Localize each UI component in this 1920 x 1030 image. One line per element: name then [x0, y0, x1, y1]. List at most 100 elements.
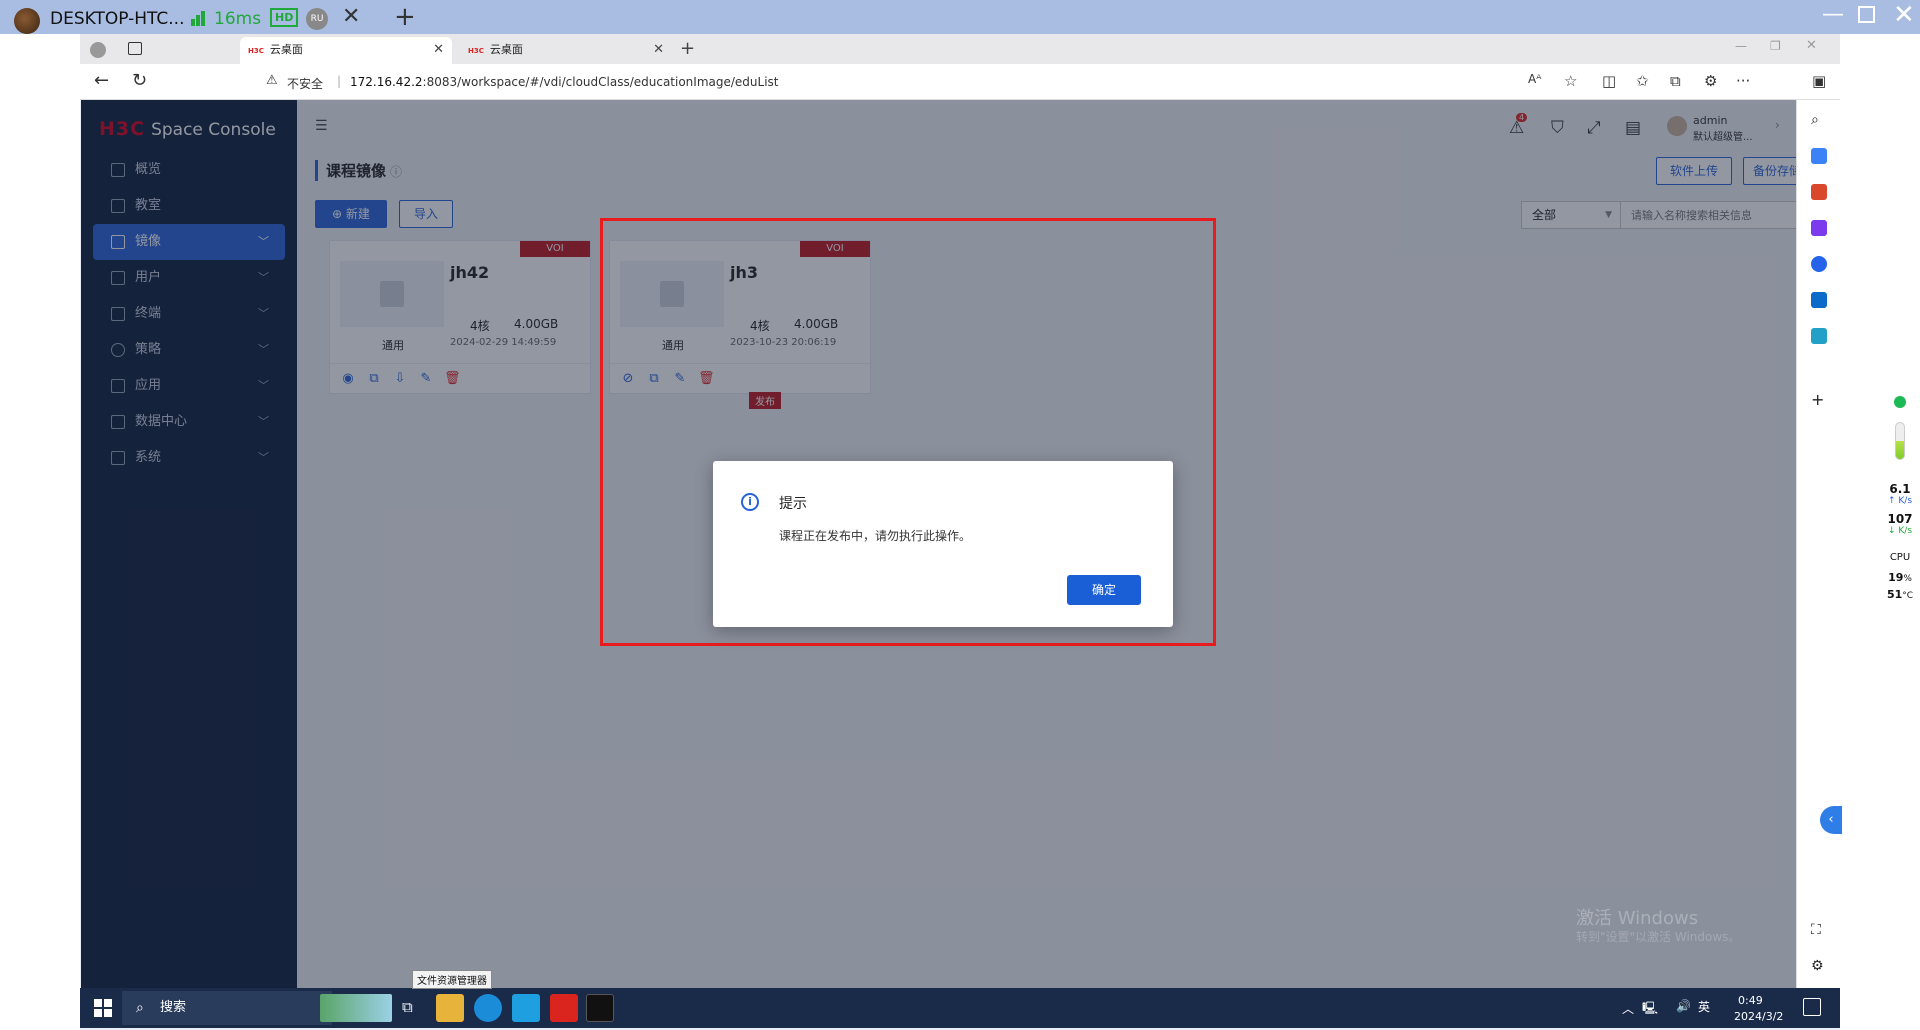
browser-tab-active[interactable]: H3C 云桌面 ✕ [240, 37, 452, 64]
tab-label: 云桌面 [489, 43, 523, 56]
taskbar-search-label: 搜索 [160, 1000, 187, 1015]
activation-watermark: 激活 Windows [1576, 908, 1699, 929]
favorites-icon[interactable]: ✩ [1636, 72, 1649, 90]
search-icon[interactable]: ⌕ [1811, 112, 1827, 128]
browser-side-panel: ⌕ + ⛶ ⚙ [1796, 100, 1840, 988]
minimize-icon[interactable]: — [1822, 2, 1844, 27]
profile-icon[interactable] [90, 42, 106, 58]
upload-speed: 6.1 [1889, 482, 1911, 496]
clock-time[interactable]: 0:49 [1738, 994, 1763, 1007]
signal-icon [191, 11, 209, 27]
download-unit: ↓ K/s [1887, 526, 1913, 536]
memory-bar [1895, 422, 1905, 460]
cpu-temp: 51°C [1882, 588, 1918, 601]
tag-icon[interactable] [1811, 148, 1827, 164]
h3c-favicon-icon: H3C [468, 47, 484, 55]
new-session-icon[interactable]: + [394, 2, 416, 32]
tab-close-icon[interactable]: ✕ [653, 37, 664, 62]
file-explorer-icon[interactable] [436, 994, 464, 1022]
language-badge[interactable]: RU [306, 8, 328, 30]
browser-restore-icon[interactable]: ❐ [1770, 39, 1781, 53]
clock-date[interactable]: 2024/3/2 [1734, 1010, 1783, 1023]
ping-value: 16ms [214, 9, 262, 29]
upload-unit: ↑ K/s [1887, 496, 1913, 506]
toolbox-icon[interactable] [1811, 184, 1827, 200]
dialog-title: 提示 [779, 496, 807, 512]
dialog-message: 课程正在发布中，请勿执行此操作。 [779, 529, 972, 543]
tray-volume-icon[interactable]: 🔊 [1676, 999, 1691, 1013]
h3c-favicon-icon: H3C [248, 47, 264, 55]
download-unit-label: K/s [1898, 526, 1913, 536]
notification-icon[interactable] [1803, 998, 1821, 1016]
url-path: :8083/workspace/#/vdi/cloudClass/educati… [422, 75, 779, 89]
wps-office-icon[interactable] [550, 994, 578, 1022]
browser-tab-strip: H3C 云桌面 ✕ H3C 云桌面 ✕ + — ❐ ✕ [80, 34, 1840, 64]
cpu-usage: 19% [1882, 571, 1918, 584]
ok-button[interactable]: 确定 [1067, 575, 1141, 605]
cpu-percent: 19 [1888, 571, 1904, 584]
tray-chevron-up-icon[interactable]: ︿ [1622, 1000, 1634, 1017]
close-session-icon[interactable]: ✕ [342, 4, 360, 29]
search-highlight-image [320, 994, 392, 1022]
url-host: 172.16.42.2 [350, 75, 423, 89]
tab-actions-icon[interactable] [128, 42, 142, 55]
settings-icon[interactable]: ⚙ [1811, 958, 1827, 974]
remote-host-title[interactable]: DESKTOP-HTC... [50, 9, 184, 29]
browser-min-icon[interactable]: — [1735, 39, 1747, 53]
new-tab-icon[interactable]: + [680, 38, 695, 59]
address-bar: ← ↻ ⚠ 不安全 | 172.16.42.2:8083/workspace/#… [80, 64, 1840, 100]
refresh-icon[interactable]: ↻ [132, 70, 147, 91]
browser-close-icon[interactable]: ✕ [1806, 38, 1817, 53]
read-aloud-icon[interactable]: Aᴬ [1528, 72, 1541, 86]
status-dot-icon [1894, 396, 1906, 408]
terminal-icon[interactable] [586, 994, 614, 1022]
drop-icon[interactable] [1811, 328, 1827, 344]
tray-ime[interactable]: 英 [1698, 998, 1710, 1015]
activation-watermark-sub: 转到"设置"以激活 Windows。 [1576, 930, 1741, 944]
screenshot-icon[interactable]: ⛶ [1811, 922, 1827, 938]
url-input[interactable]: 172.16.42.2:8083/workspace/#/vdi/cloudCl… [350, 75, 779, 89]
remote-desktop-bar: DESKTOP-HTC... 16ms HD RU ✕ + — ✕ [0, 0, 1920, 34]
taskbar-search[interactable]: ⌕ 搜索 [122, 991, 332, 1025]
edge-browser-icon[interactable] [474, 994, 502, 1022]
close-window-icon[interactable]: ✕ [1893, 0, 1915, 30]
add-icon[interactable]: + [1811, 390, 1827, 409]
frame-left [0, 34, 80, 1030]
windows-start-icon[interactable] [94, 999, 112, 1017]
windows-taskbar: ⌕ 搜索 文件资源管理器 ⧉ ︿ 🖳 🔊 英 0:49 2024/3/2 [80, 970, 1840, 1028]
remote-host-avatar [14, 8, 40, 34]
back-icon[interactable]: ← [94, 70, 109, 91]
tray-network-icon[interactable]: 🖳 [1642, 999, 1658, 1020]
url-divider: | [337, 74, 342, 88]
hd-badge[interactable]: HD [270, 8, 299, 27]
tab-close-icon[interactable]: ✕ [433, 37, 444, 62]
remote-app-icon[interactable] [512, 994, 540, 1022]
warning-icon[interactable]: ⚠ [266, 73, 278, 88]
confirm-dialog: i 提示 课程正在发布中，请勿执行此操作。 确定 [713, 461, 1173, 627]
favorite-star-icon[interactable]: ☆ [1564, 72, 1577, 90]
outlook-icon[interactable] [1811, 292, 1827, 308]
cpu-temp-value: 51 [1886, 588, 1903, 601]
cpu-percent-unit: % [1903, 574, 1912, 584]
task-view-icon[interactable]: ⧉ [402, 998, 413, 1016]
network-monitor-widget[interactable]: 6.1 ↑ K/s 107 ↓ K/s CPU 19% 51°C [1882, 396, 1918, 601]
search-icon: ⌕ [136, 1000, 144, 1016]
split-screen-icon[interactable]: ◫ [1602, 72, 1616, 90]
taskbar-tooltip: 文件资源管理器 [412, 970, 492, 989]
sidebar-toggle-icon[interactable]: ▣ [1812, 72, 1826, 90]
maximize-icon[interactable] [1858, 6, 1875, 23]
upload-unit-label: K/s [1898, 496, 1913, 506]
security-label[interactable]: 不安全 [287, 75, 323, 92]
cpu-label: CPU [1889, 552, 1911, 563]
tab-label: 云桌面 [269, 43, 303, 56]
copilot-icon[interactable] [1811, 256, 1827, 272]
collections-icon[interactable]: ⧉ [1670, 72, 1681, 90]
games-icon[interactable] [1811, 220, 1827, 236]
browser-tab[interactable]: H3C 云桌面 ✕ [460, 37, 672, 64]
extensions-icon[interactable]: ⚙ [1704, 72, 1717, 90]
cpu-temp-unit: °C [1902, 591, 1914, 601]
more-icon[interactable]: ··· [1736, 72, 1750, 90]
info-icon: i [741, 493, 759, 511]
download-speed: 107 [1887, 512, 1913, 526]
collapse-panel-icon[interactable]: ‹ [1820, 806, 1842, 834]
